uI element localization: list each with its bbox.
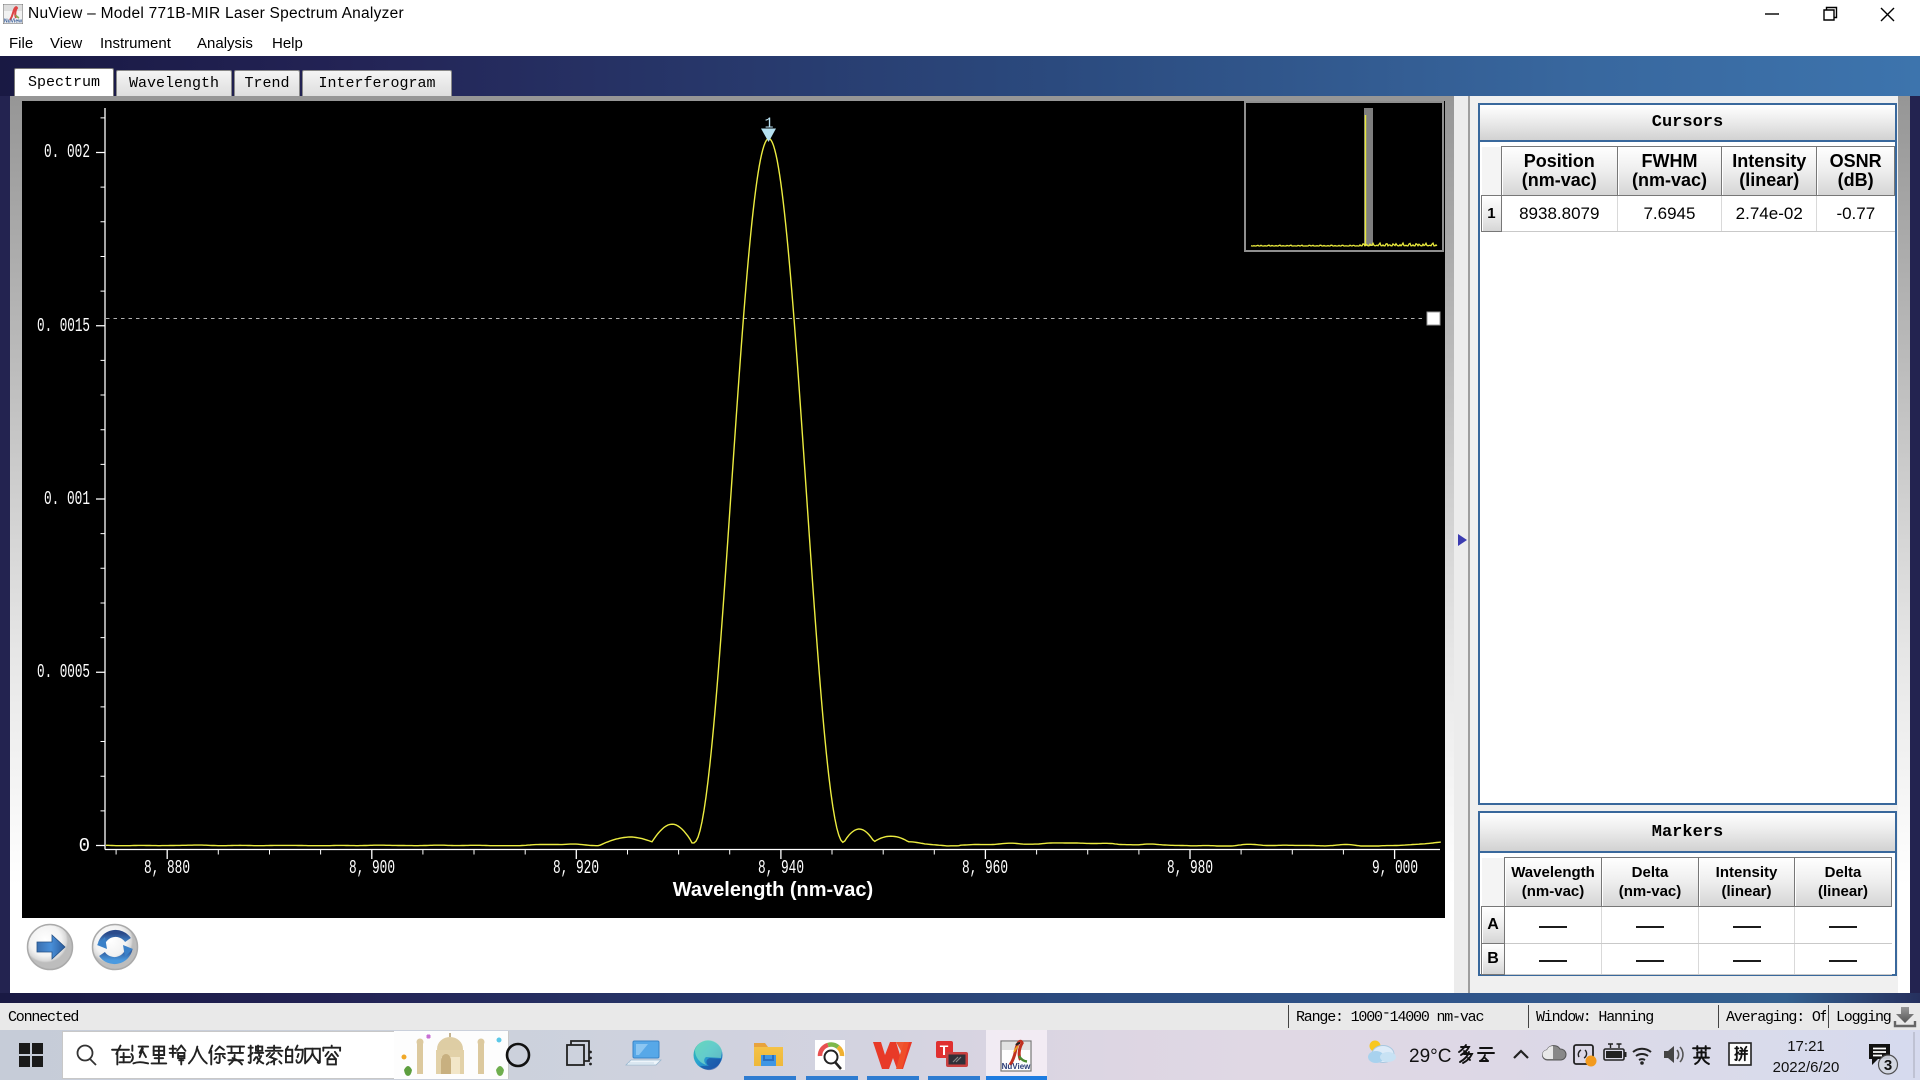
- svg-text:NuView: NuView: [1002, 1062, 1032, 1071]
- svg-text:3: 3: [1884, 1057, 1892, 1074]
- svg-text:8, 960: 8, 960: [962, 857, 1008, 879]
- svg-text:0. 002: 0. 002: [44, 141, 90, 163]
- svg-text:1: 1: [765, 116, 774, 133]
- svg-text:0: 0: [79, 835, 90, 857]
- svg-text:17:21: 17:21: [1787, 1038, 1825, 1055]
- svg-text:Wavelength (nm-vac): Wavelength (nm-vac): [673, 879, 873, 901]
- svg-text:8, 920: 8, 920: [553, 857, 599, 879]
- svg-text:0. 001: 0. 001: [44, 488, 90, 510]
- svg-text:9, 000: 9, 000: [1372, 857, 1418, 879]
- svg-text:8, 940: 8, 940: [758, 857, 804, 879]
- svg-text:8, 880: 8, 880: [144, 857, 190, 879]
- svg-text:8, 980: 8, 980: [1167, 857, 1213, 879]
- svg-text:8, 900: 8, 900: [349, 857, 395, 879]
- svg-text:0. 0005: 0. 0005: [37, 661, 90, 683]
- svg-text:29°C: 29°C: [1409, 1046, 1451, 1067]
- svg-text:2022/6/20: 2022/6/20: [1773, 1059, 1840, 1076]
- svg-text:0. 0015: 0. 0015: [37, 315, 90, 337]
- svg-text:NuView: NuView: [4, 19, 22, 25]
